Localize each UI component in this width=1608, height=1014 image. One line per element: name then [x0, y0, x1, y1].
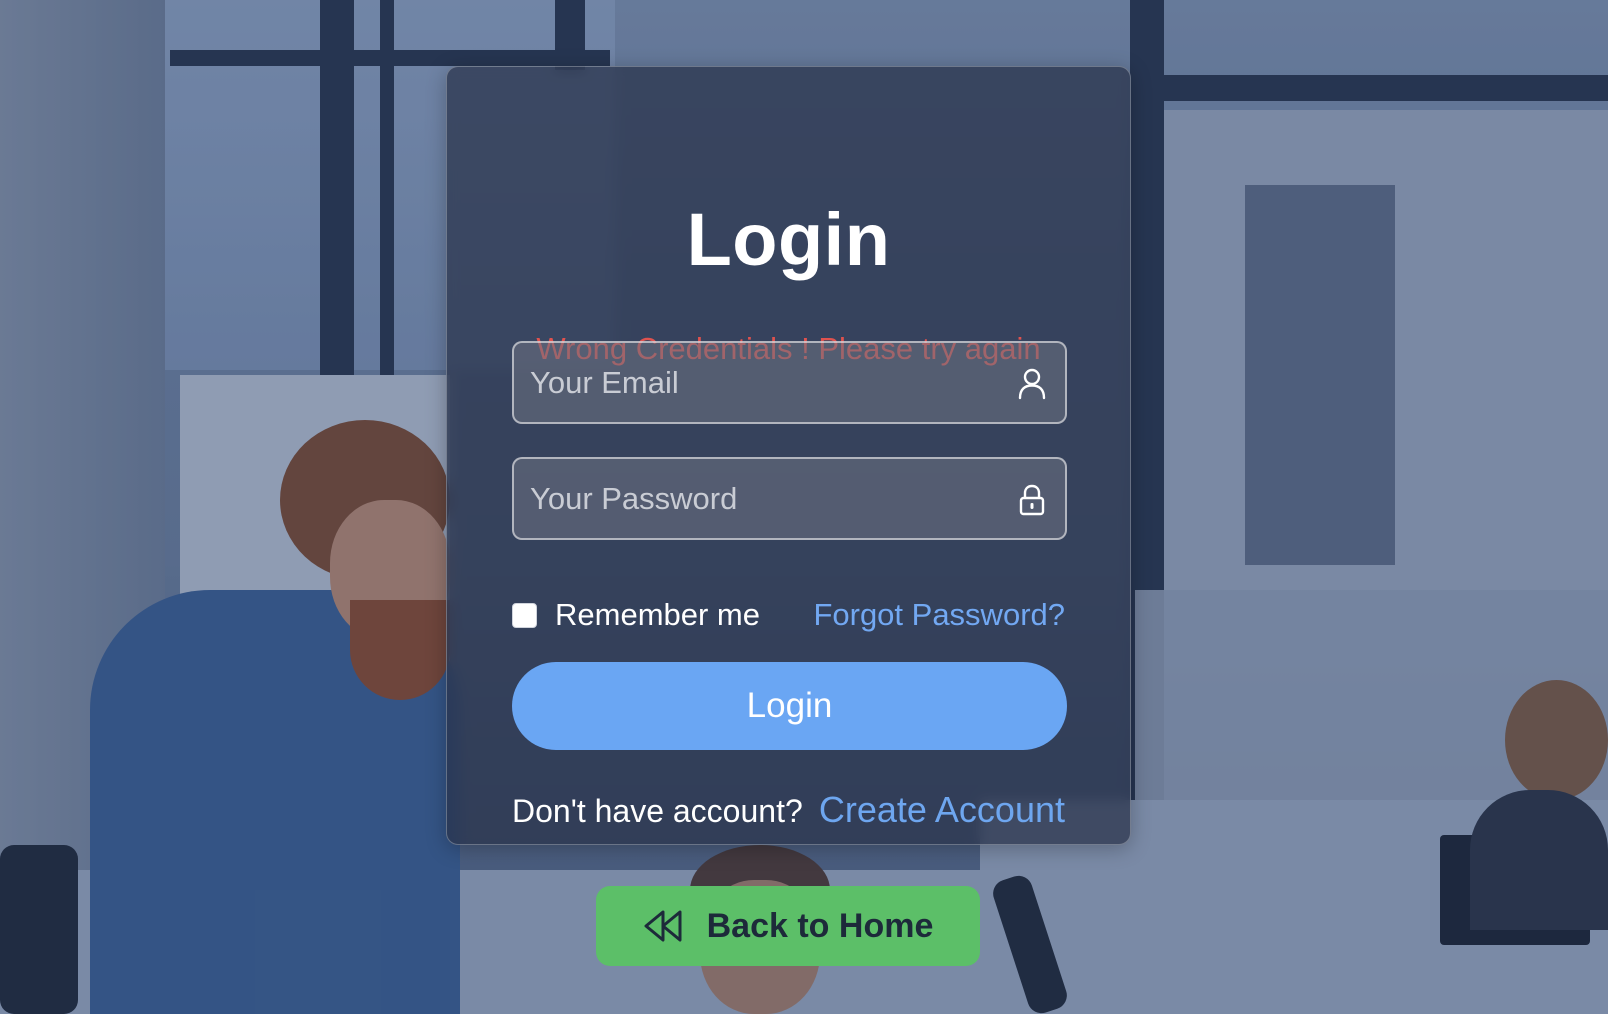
login-card: Login Wrong Credentials ! Please try aga…	[446, 66, 1131, 845]
back-to-home-button[interactable]: Back to Home	[596, 886, 980, 966]
forgot-password-link[interactable]: Forgot Password?	[813, 595, 1065, 635]
login-title: Login	[686, 198, 891, 281]
lock-icon	[1019, 484, 1045, 516]
create-account-link[interactable]: Create Account	[819, 789, 1065, 831]
back-to-home-label: Back to Home	[706, 906, 934, 945]
email-input[interactable]	[514, 343, 1065, 422]
password-field[interactable]	[512, 457, 1067, 540]
remember-me-label: Remember me	[555, 597, 760, 632]
remember-me[interactable]: Remember me	[512, 595, 760, 635]
remember-me-checkbox[interactable]	[512, 602, 537, 628]
password-input[interactable]	[514, 459, 1065, 538]
email-field[interactable]	[512, 341, 1067, 424]
signup-row: Don't have account? Create Account	[512, 789, 1065, 831]
user-icon	[1018, 368, 1046, 400]
login-button[interactable]: Login	[512, 662, 1067, 750]
rewind-icon	[644, 910, 682, 942]
signup-prompt: Don't have account?	[512, 793, 803, 829]
